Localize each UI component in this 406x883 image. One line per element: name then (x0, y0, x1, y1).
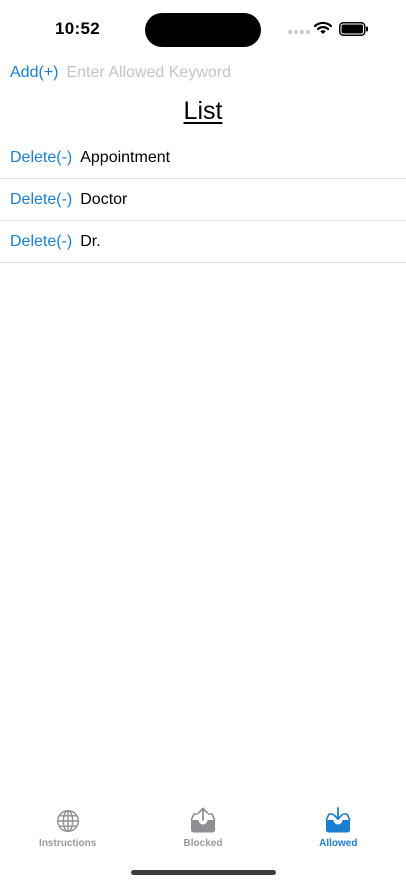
tray-download-icon (325, 807, 351, 833)
tab-allowed[interactable]: Allowed (271, 805, 406, 855)
tray-upload-icon (190, 807, 216, 833)
add-keyword-row: Add(+) (10, 62, 367, 84)
list-item: Delete(-) Dr. (0, 221, 406, 263)
dynamic-island (145, 13, 261, 47)
home-indicator (131, 870, 276, 875)
tab-instructions[interactable]: Instructions (0, 805, 135, 855)
status-time: 10:52 (55, 19, 100, 38)
list-item: Delete(-) Doctor (0, 179, 406, 221)
keyword-label: Appointment (80, 148, 171, 166)
keyword-input[interactable] (66, 64, 367, 82)
status-bar: 10:52 (0, 0, 406, 58)
cellular-signal-icon (288, 30, 310, 34)
delete-button[interactable]: Delete(-) (10, 233, 72, 251)
add-button[interactable]: Add(+) (10, 64, 58, 82)
globe-icon (56, 809, 79, 833)
keyword-label: Doctor (80, 190, 128, 208)
tab-blocked[interactable]: Blocked (135, 805, 270, 855)
tab-label: Blocked (183, 838, 223, 849)
battery-icon (339, 22, 368, 36)
wifi-icon (314, 21, 332, 34)
keyword-label: Dr. (80, 232, 101, 250)
keyword-list: Delete(-) Appointment Delete(-) Doctor D… (0, 137, 406, 263)
tab-label: Instructions (39, 838, 97, 849)
tab-bar: Instructions Blocked Allowed (0, 805, 406, 855)
list-title: List (183, 97, 223, 125)
delete-button[interactable]: Delete(-) (10, 191, 72, 209)
tab-label: Allowed (319, 838, 358, 849)
list-item: Delete(-) Appointment (0, 137, 406, 179)
delete-button[interactable]: Delete(-) (10, 149, 72, 167)
